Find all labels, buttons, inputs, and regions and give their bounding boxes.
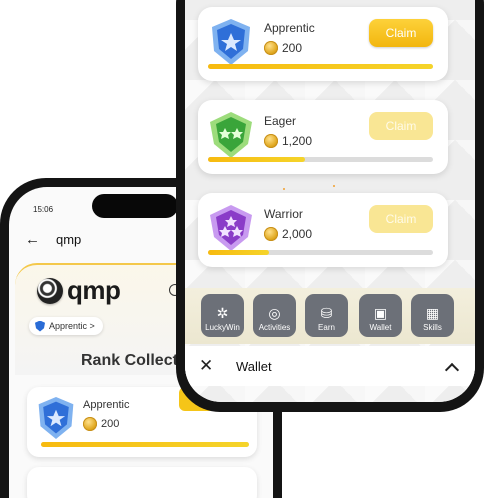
rank-card xyxy=(27,467,257,498)
rank-name: Apprentic xyxy=(264,21,315,35)
logo-text: qmp xyxy=(67,275,121,305)
blue-rank-badge-icon xyxy=(212,19,250,65)
progress-fill xyxy=(208,157,305,162)
progress-fill xyxy=(41,442,249,447)
rank-coins: 2,000 xyxy=(264,227,312,241)
rank-name: Warrior xyxy=(264,207,303,221)
tool-label: Activities xyxy=(258,323,291,332)
rank-name: Apprentic xyxy=(83,399,130,411)
tool-label: Wallet xyxy=(369,323,392,332)
front-phone-frame: Apprentic 200 Claim Eager 1,200 Claim Wa… xyxy=(176,0,484,412)
coin-amount: 200 xyxy=(282,41,303,55)
coins-icon: ⛁ xyxy=(320,305,333,321)
dynamic-island xyxy=(92,194,178,218)
tool-activities-button[interactable]: ◎ Activities xyxy=(253,294,296,337)
close-icon[interactable]: ✕ xyxy=(199,356,213,376)
logo-mark-icon xyxy=(37,277,63,304)
section-heading: Rank Collect xyxy=(81,352,178,369)
claim-button[interactable]: Claim xyxy=(369,19,433,47)
rank-card-warrior: Warrior 2,000 Claim xyxy=(198,193,448,267)
progress-fill xyxy=(208,250,269,255)
current-rank-label: Apprentic > xyxy=(49,321,95,331)
coin-icon xyxy=(264,41,278,55)
front-phone-screen: Apprentic 200 Claim Eager 1,200 Claim Wa… xyxy=(185,0,475,402)
back-nav-bar: ← qmp xyxy=(25,231,81,248)
tool-label: LuckyWin xyxy=(205,323,240,332)
bottom-sheet-title: Wallet xyxy=(236,358,272,374)
rank-card-apprentic: Apprentic 200 Claim xyxy=(198,7,448,81)
progress-bar xyxy=(208,157,433,162)
coin-amount: 1,200 xyxy=(282,134,313,148)
app-logo: qmp xyxy=(37,275,121,306)
coin-icon xyxy=(83,417,97,431)
progress-bar xyxy=(208,250,433,255)
pinwheel-icon: ✲ xyxy=(216,305,229,321)
tool-wallet-button[interactable]: ▣ Wallet xyxy=(359,294,402,337)
tool-label: Earn xyxy=(318,323,335,332)
tool-earn-button[interactable]: ⛁ Earn xyxy=(305,294,348,337)
grid-icon: ▦ xyxy=(425,305,440,321)
coin-amount: 2,000 xyxy=(282,227,313,241)
coin-icon xyxy=(264,134,278,148)
progress-bar xyxy=(208,64,433,69)
coin-icon xyxy=(264,227,278,241)
progress-bar xyxy=(41,442,249,447)
decorative-dot xyxy=(333,185,335,187)
tool-skills-button[interactable]: ▦ Skills xyxy=(411,294,454,337)
wallet-icon: ▣ xyxy=(373,305,388,321)
rank-coins: 200 xyxy=(264,41,302,55)
rank-coins: 200 xyxy=(83,417,119,431)
blue-rank-badge-icon xyxy=(38,397,74,439)
status-time: 15:06 xyxy=(33,205,54,214)
target-icon: ◎ xyxy=(268,305,281,321)
claim-button[interactable]: Claim xyxy=(369,205,433,233)
current-rank-pill[interactable]: Apprentic > xyxy=(29,317,103,335)
chevron-up-icon[interactable] xyxy=(444,362,460,378)
decorative-dot xyxy=(283,188,285,190)
tool-label: Skills xyxy=(423,323,442,332)
coin-amount: 200 xyxy=(101,418,120,430)
rank-card-eager: Eager 1,200 Claim xyxy=(198,100,448,174)
claim-button[interactable]: Claim xyxy=(369,112,433,140)
shield-icon xyxy=(35,320,45,332)
tool-luckywin-button[interactable]: ✲ LuckyWin xyxy=(201,294,244,337)
nav-title: qmp xyxy=(56,232,82,247)
back-arrow-icon[interactable]: ← xyxy=(25,231,40,248)
purple-rank-badge-icon xyxy=(210,205,252,251)
rank-name: Eager xyxy=(264,114,297,128)
bottom-sheet-bar: ✕ Wallet xyxy=(185,346,475,386)
progress-fill xyxy=(208,64,433,69)
green-rank-badge-icon xyxy=(210,112,252,158)
rank-coins: 1,200 xyxy=(264,134,312,148)
